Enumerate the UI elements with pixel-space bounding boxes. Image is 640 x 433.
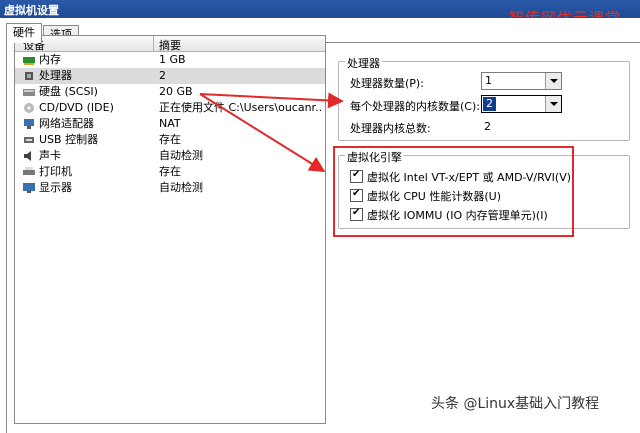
annotation-arrows <box>199 92 344 173</box>
footer-watermark: 头条 @Linux基础入门教程 <box>431 396 600 412</box>
tab-hardware[interactable]: 硬件 <box>6 23 42 43</box>
arrow-to-virtualization <box>199 93 326 173</box>
arrow-to-cores <box>199 92 344 109</box>
